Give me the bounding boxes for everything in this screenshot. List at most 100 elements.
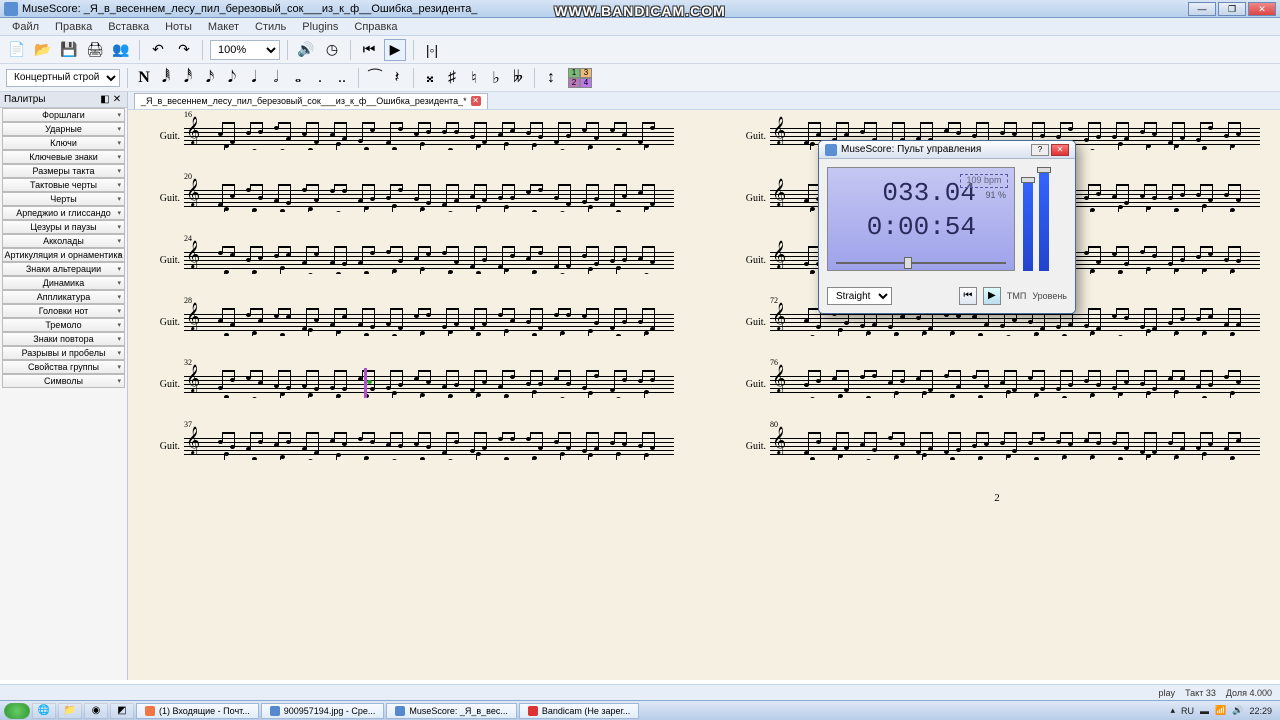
flat2-button[interactable]: 𝄫 bbox=[509, 67, 527, 89]
close-button[interactable]: ✕ bbox=[1248, 2, 1276, 16]
taskbar-item[interactable]: MuseScore: _Я_в_вес... bbox=[386, 703, 517, 719]
taskbar-item[interactable]: 900957194.jpg - Сре... bbox=[261, 703, 385, 719]
staff[interactable]: 37𝄞 bbox=[184, 430, 674, 462]
staff[interactable]: 76𝄞 bbox=[770, 368, 1260, 400]
palette-item[interactable]: Тремоло bbox=[2, 318, 125, 332]
palette-undock-button[interactable]: ◧ bbox=[99, 94, 111, 106]
tray-flag-icon[interactable]: ▬ bbox=[1200, 706, 1209, 716]
palette-item[interactable]: Тактовые черты bbox=[2, 178, 125, 192]
note-2-button[interactable]: 𝅗𝅥 bbox=[267, 67, 285, 89]
palette-item[interactable]: Знаки альтерации bbox=[2, 262, 125, 276]
tempo-slider[interactable] bbox=[836, 260, 1006, 266]
palette-item[interactable]: Аппликатура bbox=[2, 290, 125, 304]
palette-item[interactable]: Размеры такта bbox=[2, 164, 125, 178]
tray-expand-icon[interactable]: ▴ bbox=[1171, 705, 1176, 716]
panel-rewind-button[interactable]: ⏮ bbox=[959, 287, 977, 305]
menu-style[interactable]: Стиль bbox=[247, 21, 294, 33]
voice-selector[interactable]: 1 2 3 4 bbox=[568, 68, 592, 88]
repeat-button[interactable]: |◦| bbox=[421, 39, 443, 61]
undo-button[interactable]: ↶ bbox=[147, 39, 169, 61]
menu-file[interactable]: Файл bbox=[4, 21, 47, 33]
palette-item[interactable]: Ключи bbox=[2, 136, 125, 150]
staff[interactable]: 80𝄞 bbox=[770, 430, 1260, 462]
staff[interactable]: 20𝄞 bbox=[184, 182, 674, 214]
flat-button[interactable]: ♭ bbox=[487, 67, 505, 89]
note-8-button[interactable]: 𝅘𝅥𝅮 bbox=[223, 67, 241, 89]
palette-item[interactable]: Головки нот bbox=[2, 304, 125, 318]
staff[interactable]: 32𝄞 bbox=[184, 368, 674, 400]
dot-button[interactable]: . bbox=[311, 67, 329, 89]
sound-button[interactable]: 🔊 bbox=[295, 39, 317, 61]
print-button[interactable]: 🖨 bbox=[84, 39, 106, 61]
staff[interactable]: 28𝄞 bbox=[184, 306, 674, 338]
volume-meters[interactable] bbox=[1021, 167, 1067, 275]
menu-insert[interactable]: Вставка bbox=[100, 21, 157, 33]
rest-button[interactable]: 𝄽 bbox=[388, 67, 406, 89]
score-canvas[interactable]: Guit.16𝄞Guit.20𝄞Guit.24𝄞Guit.28𝄞Guit.32𝄞… bbox=[128, 110, 1280, 680]
note-32-button[interactable]: 𝅘𝅥𝅰 bbox=[179, 67, 197, 89]
note-4-button[interactable]: 𝅘𝅥 bbox=[245, 67, 263, 89]
community-button[interactable]: 👥 bbox=[110, 39, 132, 61]
play-panel-title-bar[interactable]: MuseScore: Пульт управления ? ✕ bbox=[819, 141, 1075, 159]
staff[interactable]: 24𝄞 bbox=[184, 244, 674, 276]
staff[interactable]: 16𝄞 bbox=[184, 120, 674, 152]
note-16-button[interactable]: 𝅘𝅥𝅯 bbox=[201, 67, 219, 89]
swing-select[interactable]: Straight bbox=[827, 287, 892, 305]
taskbar-item[interactable]: Bandicam (Не зарег... bbox=[519, 703, 639, 719]
tab-close-button[interactable]: ✕ bbox=[471, 96, 481, 106]
palette-item[interactable]: Форшлаги bbox=[2, 108, 125, 122]
zoom-select[interactable]: 100% bbox=[210, 40, 280, 60]
panel-play-button[interactable]: ▶ bbox=[983, 287, 1001, 305]
pinned-ie-icon[interactable]: 🌐 bbox=[32, 703, 56, 719]
note-1-button[interactable]: 𝅝 bbox=[289, 67, 307, 89]
tie-button[interactable]: ⁀ bbox=[366, 67, 384, 89]
palette-item[interactable]: Ударные bbox=[2, 122, 125, 136]
rewind-button[interactable]: ⏮ bbox=[358, 39, 380, 61]
minimize-button[interactable]: — bbox=[1188, 2, 1216, 16]
play-button[interactable]: ▶ bbox=[384, 39, 406, 61]
document-tab[interactable]: _Я_в_весеннем_лесу_пил_березовый_сок___и… bbox=[134, 93, 488, 109]
palette-item[interactable]: Черты bbox=[2, 192, 125, 206]
palette-item[interactable]: Символы bbox=[2, 374, 125, 388]
metronome-button[interactable]: ◷ bbox=[321, 39, 343, 61]
start-button[interactable] bbox=[4, 703, 30, 719]
pinned-chrome-icon[interactable]: ◉ bbox=[84, 703, 108, 719]
palette-item[interactable]: Разрывы и пробелы bbox=[2, 346, 125, 360]
play-panel-help-button[interactable]: ? bbox=[1031, 144, 1049, 156]
note-64-button[interactable]: 𝅘𝅥𝅱 bbox=[157, 67, 175, 89]
palette-close-button[interactable]: ✕ bbox=[111, 94, 123, 106]
note-input-button[interactable]: N bbox=[135, 67, 153, 89]
palette-item[interactable]: Арпеджио и глиссандо bbox=[2, 206, 125, 220]
menu-notes[interactable]: Ноты bbox=[157, 21, 200, 33]
palette-item[interactable]: Знаки повтора bbox=[2, 332, 125, 346]
flip-button[interactable]: ↕ bbox=[542, 67, 560, 89]
maximize-button[interactable]: ❐ bbox=[1218, 2, 1246, 16]
menu-help[interactable]: Справка bbox=[346, 21, 405, 33]
sharp-button[interactable]: ♯ bbox=[443, 67, 461, 89]
play-panel-close-button[interactable]: ✕ bbox=[1051, 144, 1069, 156]
open-file-button[interactable]: 📂 bbox=[32, 39, 54, 61]
palette-item[interactable]: Свойства группы bbox=[2, 360, 125, 374]
system-tray[interactable]: ▴ RU ▬ 📶 🔊 22:29 bbox=[1167, 705, 1277, 716]
double-dot-button[interactable]: .. bbox=[333, 67, 351, 89]
save-button[interactable]: 💾 bbox=[58, 39, 80, 61]
menu-edit[interactable]: Правка bbox=[47, 21, 100, 33]
tray-clock[interactable]: 22:29 bbox=[1249, 706, 1272, 716]
palette-item[interactable]: Ключевые знаки bbox=[2, 150, 125, 164]
menu-layout[interactable]: Макет bbox=[200, 21, 247, 33]
taskbar-item[interactable]: (1) Входящие - Почт... bbox=[136, 703, 259, 719]
new-file-button[interactable]: 📄 bbox=[6, 39, 28, 61]
tray-volume-icon[interactable]: 🔊 bbox=[1232, 705, 1243, 716]
palette-item[interactable]: Артикуляция и орнаментика bbox=[2, 248, 125, 262]
tray-lang[interactable]: RU bbox=[1181, 706, 1194, 716]
palette-item[interactable]: Акколады bbox=[2, 234, 125, 248]
pinned-explorer-icon[interactable]: 📁 bbox=[58, 703, 82, 719]
tray-network-icon[interactable]: 📶 bbox=[1215, 705, 1226, 716]
sharp2-button[interactable]: 𝄪 bbox=[421, 67, 439, 89]
palette-item[interactable]: Цезуры и паузы bbox=[2, 220, 125, 234]
redo-button[interactable]: ↷ bbox=[173, 39, 195, 61]
natural-button[interactable]: ♮ bbox=[465, 67, 483, 89]
menu-plugins[interactable]: Plugins bbox=[294, 21, 346, 33]
bpm-field[interactable]: 109 bpm bbox=[960, 174, 1008, 188]
layout-select[interactable]: Концертный строй bbox=[6, 69, 120, 87]
